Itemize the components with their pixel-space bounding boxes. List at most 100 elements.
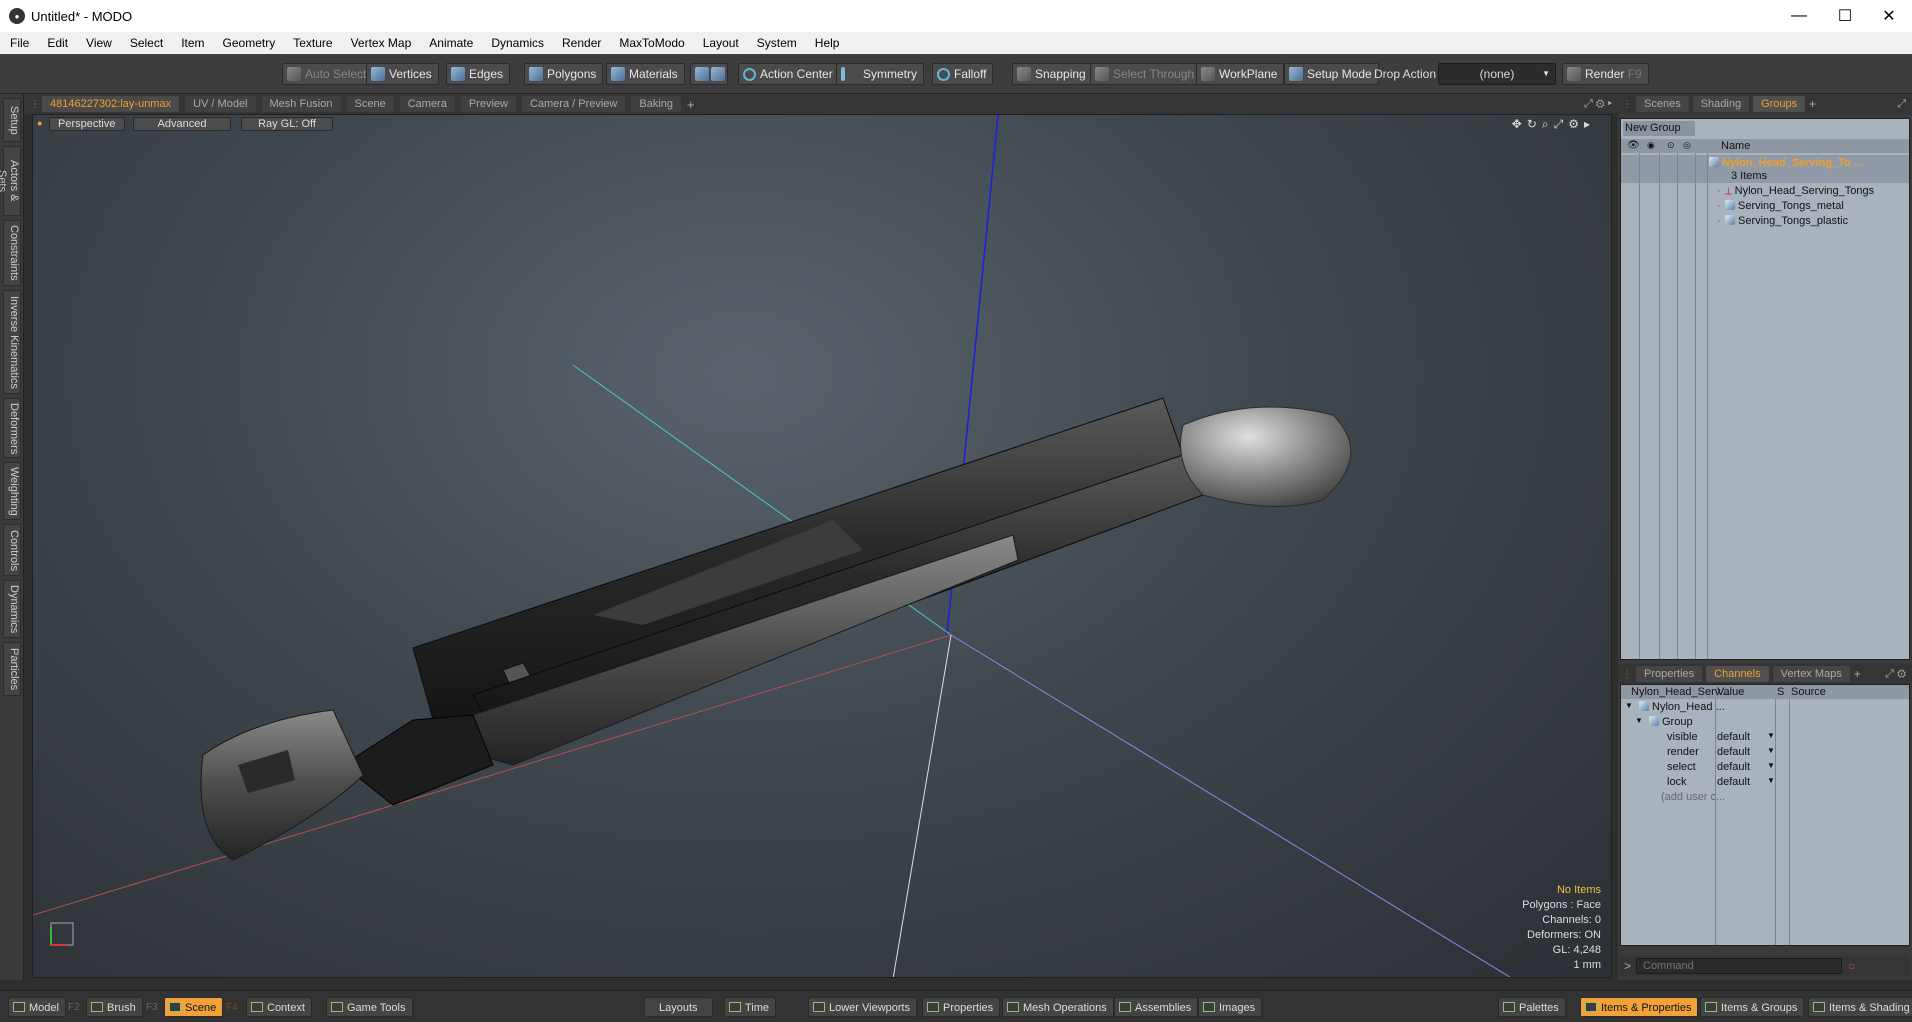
items-shading-button[interactable]: Items & Shading: [1808, 997, 1912, 1017]
group-row-root[interactable]: Nylon_Head_Serving_To ... 3 Items: [1621, 155, 1909, 183]
channel-value-dropdown[interactable]: default: [1717, 746, 1750, 758]
lock-icon[interactable]: ⊙: [1667, 140, 1675, 151]
channel-row-render[interactable]: render default ▼: [1621, 746, 1909, 761]
tab-particles[interactable]: Particles: [3, 642, 21, 696]
menu-file[interactable]: File: [0, 36, 38, 50]
tab-properties[interactable]: Properties: [1636, 666, 1703, 682]
menu-select[interactable]: Select: [121, 36, 172, 50]
tab-scene[interactable]: Scene: [346, 96, 394, 112]
menu-animate[interactable]: Animate: [420, 36, 482, 50]
chevron-down-icon[interactable]: ▼: [1767, 776, 1775, 785]
layouts-button[interactable]: Layouts: [644, 997, 713, 1017]
chevron-down-icon[interactable]: ▼: [1767, 761, 1775, 770]
materials-button[interactable]: Materials: [606, 63, 685, 85]
tab-actors-sets[interactable]: Actors & Sets: [0, 146, 21, 216]
polygons-button[interactable]: Polygons: [524, 63, 604, 85]
items-properties-button[interactable]: Items & Properties: [1580, 997, 1699, 1017]
channel-value-dropdown[interactable]: default: [1717, 761, 1750, 773]
viewport-options-icon[interactable]: ⤢ ⚙ ▸: [1584, 98, 1612, 111]
tab-channels[interactable]: Channels: [1706, 666, 1769, 682]
tab-scenes[interactable]: Scenes: [1636, 96, 1689, 112]
add-tab-button[interactable]: +: [1809, 97, 1816, 111]
maximize-button[interactable]: ☐: [1822, 0, 1868, 32]
select-icon[interactable]: ◎: [1683, 140, 1691, 151]
group-child-row[interactable]: · Serving_Tongs_plastic: [1621, 215, 1909, 230]
symmetry-button[interactable]: Symmetry: [836, 63, 924, 85]
drop-action-dropdown[interactable]: (none) ▼: [1438, 63, 1556, 85]
auto-select-button[interactable]: Auto Select: [282, 63, 374, 85]
render-button[interactable]: Render F9: [1562, 63, 1649, 85]
edges-button[interactable]: Edges: [446, 63, 511, 85]
tab-inverse-kinematics[interactable]: Inverse Kinematics: [3, 290, 21, 394]
command-input[interactable]: [1636, 958, 1842, 974]
channel-row-select[interactable]: select default ▼: [1621, 761, 1909, 776]
setup-mode-button[interactable]: Setup Mode: [1284, 63, 1379, 85]
context-layout-button[interactable]: Context: [246, 997, 312, 1017]
3d-viewport[interactable]: ● Perspective Advanced Ray GL: Off ✥↻⌕⤢⚙…: [32, 114, 1612, 978]
value-header[interactable]: Value: [1717, 686, 1744, 698]
tab-controls[interactable]: Controls: [3, 524, 21, 576]
menu-help[interactable]: Help: [806, 36, 849, 50]
mesh-operations-button[interactable]: Mesh Operations: [1002, 997, 1114, 1017]
channel-name-header[interactable]: Nylon_Head_Serv...: [1631, 686, 1729, 698]
chevron-down-icon[interactable]: ▼: [1767, 746, 1775, 755]
tab-camera-preview[interactable]: Camera / Preview: [521, 96, 626, 112]
snapping-button[interactable]: Snapping: [1012, 63, 1093, 85]
falloff-button[interactable]: Falloff: [932, 63, 994, 85]
name-column-header[interactable]: Name: [1721, 140, 1750, 152]
lower-viewports-button[interactable]: Lower Viewports: [808, 997, 918, 1017]
s-header[interactable]: S: [1777, 686, 1784, 698]
vertices-button[interactable]: Vertices: [366, 63, 439, 85]
action-center-button[interactable]: Action Center: [738, 63, 840, 85]
expand-arrow-icon[interactable]: ▼: [1625, 701, 1633, 710]
images-button[interactable]: Images: [1198, 997, 1263, 1017]
tab-shading[interactable]: Shading: [1692, 96, 1750, 112]
menu-item[interactable]: Item: [172, 36, 213, 50]
source-header[interactable]: Source: [1791, 686, 1826, 698]
expand-arrow-icon[interactable]: ▼: [1635, 716, 1643, 725]
channel-group-row[interactable]: ▼ Group: [1621, 716, 1909, 731]
menu-maxtomodo[interactable]: MaxToModo: [610, 36, 693, 50]
game-tools-layout-button[interactable]: Game Tools: [326, 997, 413, 1017]
menu-view[interactable]: View: [77, 36, 121, 50]
add-user-channel-row[interactable]: (add user c...: [1621, 791, 1909, 806]
tab-groups[interactable]: Groups: [1753, 96, 1806, 112]
render-visibility-icon[interactable]: ◉: [1647, 140, 1655, 151]
tab-camera[interactable]: Camera: [399, 96, 455, 112]
menu-render[interactable]: Render: [553, 36, 610, 50]
channel-value-dropdown[interactable]: default: [1717, 731, 1750, 743]
time-button[interactable]: Time: [724, 997, 777, 1017]
channel-row-lock[interactable]: lock default ▼: [1621, 776, 1909, 791]
assemblies-button[interactable]: Assemblies: [1114, 997, 1199, 1017]
eye-icon[interactable]: 👁: [1627, 140, 1640, 151]
properties-button[interactable]: Properties: [922, 997, 1001, 1017]
tab-preview[interactable]: Preview: [460, 96, 516, 112]
tab-mesh-fusion[interactable]: Mesh Fusion: [261, 96, 341, 112]
tab-vertex-maps[interactable]: Vertex Maps: [1772, 666, 1850, 682]
select-through-button[interactable]: Select Through: [1090, 63, 1202, 85]
workplane-button[interactable]: WorkPlane: [1196, 63, 1285, 85]
tab-setup[interactable]: Setup: [3, 98, 21, 142]
channel-value-dropdown[interactable]: default: [1717, 776, 1750, 788]
selection-sets-button[interactable]: [690, 63, 728, 85]
menu-texture[interactable]: Texture: [284, 36, 341, 50]
menu-dynamics[interactable]: Dynamics: [482, 36, 553, 50]
menu-layout[interactable]: Layout: [694, 36, 748, 50]
menu-vertex-map[interactable]: Vertex Map: [342, 36, 421, 50]
tab-baking[interactable]: Baking: [631, 96, 682, 112]
chevron-down-icon[interactable]: ▼: [1767, 731, 1775, 740]
minimize-button[interactable]: —: [1776, 0, 1822, 32]
add-tab-button[interactable]: +: [1854, 667, 1861, 681]
tab-constraints[interactable]: Constraints: [3, 220, 21, 286]
tab-uv-model[interactable]: UV / Model: [185, 96, 256, 112]
scene-layout-button[interactable]: Scene: [164, 997, 224, 1017]
menu-system[interactable]: System: [748, 36, 806, 50]
add-tab-button[interactable]: +: [687, 97, 695, 112]
group-child-row[interactable]: · Serving_Tongs_metal: [1621, 200, 1909, 215]
channel-row-visible[interactable]: visible default ▼: [1621, 731, 1909, 746]
palettes-button[interactable]: Palettes: [1498, 997, 1566, 1017]
items-groups-button[interactable]: Items & Groups: [1700, 997, 1805, 1017]
menu-geometry[interactable]: Geometry: [214, 36, 285, 50]
tab-dynamics[interactable]: Dynamics: [3, 580, 21, 638]
channel-item-row[interactable]: ▼ Nylon_Head ...: [1621, 701, 1909, 716]
